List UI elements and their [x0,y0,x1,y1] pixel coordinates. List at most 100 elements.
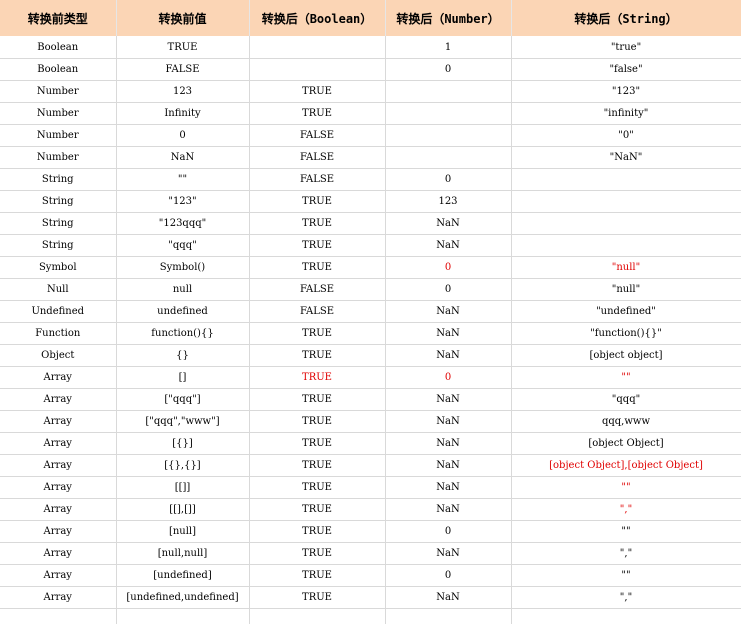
table-body: Boolean TRUE 1 "true" Boolean FALSE 0 "false" Nu… [0,36,741,624]
cell-type: Function [0,322,117,345]
table-row: Boolean TRUE 1 "true" [0,36,741,59]
cell-boolean: TRUE [249,366,386,389]
cell-boolean: TRUE [249,498,386,521]
cell-boolean: TRUE [249,80,386,103]
cell-number [385,80,512,103]
cell-type: Number [0,124,117,147]
empty-cell [116,608,250,624]
cell-number: NaN [385,542,512,565]
table-row: String "123qqq" TRUE NaN [0,212,741,235]
cell-string: qqq,www [511,410,741,433]
cell-boolean: TRUE [249,102,386,125]
cell-boolean: TRUE [249,344,386,367]
cell-string: "function(){}" [511,322,741,345]
cell-string: "null" [511,256,741,279]
cell-number: NaN [385,454,512,477]
header-to-string: 转换后（String） [511,0,741,36]
table-row: Number 0 FALSE "0" [0,124,741,147]
cell-boolean: TRUE [249,256,386,279]
cell-string: "" [511,476,741,499]
cell-number: NaN [385,344,512,367]
cell-boolean: TRUE [249,454,386,477]
cell-boolean: FALSE [249,278,386,301]
cell-type: Boolean [0,58,117,81]
cell-value: [[]] [116,476,250,499]
cell-string: "true" [511,36,741,59]
table-row: String "123" TRUE 123 [0,190,741,213]
cell-number: NaN [385,586,512,609]
cell-type: Number [0,146,117,169]
table-row: Boolean FALSE 0 "false" [0,58,741,81]
cell-type: Array [0,476,117,499]
cell-number: NaN [385,388,512,411]
cell-string: "0" [511,124,741,147]
cell-boolean: TRUE [249,234,386,257]
cell-number: NaN [385,476,512,499]
cell-string: [object Object],[object Object] [511,454,741,477]
cell-boolean: TRUE [249,520,386,543]
cell-value: TRUE [116,36,250,59]
cell-type: String [0,168,117,191]
cell-value: [[],[]] [116,498,250,521]
cell-string [511,212,741,235]
cell-type: Symbol [0,256,117,279]
cell-boolean: TRUE [249,564,386,587]
table-row: String "" FALSE 0 [0,168,741,191]
cell-type: String [0,212,117,235]
cell-string: "infinity" [511,102,741,125]
table-row: Symbol Symbol() TRUE 0 "null" [0,256,741,279]
table-row: Undefined undefined FALSE NaN "undefined" [0,300,741,323]
cell-string: [object object] [511,344,741,367]
header-original-type: 转换前类型 [0,0,117,36]
table-row: Number NaN FALSE "NaN" [0,146,741,169]
table-row: String "qqq" TRUE NaN [0,234,741,257]
cell-value: "" [116,168,250,191]
cell-string [511,190,741,213]
cell-type: Array [0,520,117,543]
cell-boolean: TRUE [249,432,386,455]
cell-string [511,234,741,257]
cell-boolean: TRUE [249,476,386,499]
empty-row [0,608,741,624]
cell-type: Boolean [0,36,117,59]
cell-boolean: TRUE [249,542,386,565]
table-row: Array [null] TRUE 0 "" [0,520,741,543]
cell-boolean: TRUE [249,388,386,411]
empty-cell [511,608,741,624]
cell-string: "false" [511,58,741,81]
cell-string: [object Object] [511,432,741,455]
cell-string: "," [511,586,741,609]
cell-number: 0 [385,168,512,191]
cell-number: 0 [385,564,512,587]
cell-value: function(){} [116,322,250,345]
cell-string: "undefined" [511,300,741,323]
cell-boolean: TRUE [249,322,386,345]
cell-number: NaN [385,212,512,235]
cell-boolean [249,58,386,81]
cell-number: NaN [385,234,512,257]
cell-number [385,102,512,125]
cell-value: [] [116,366,250,389]
table-row: Array[[]] TRUE NaN "" [0,476,741,499]
cell-type: Undefined [0,300,117,323]
table-row: Array[{}] TRUE NaN [object Object] [0,432,741,455]
table-row: Object{} TRUE NaN [object object] [0,344,741,367]
cell-number: 1 [385,36,512,59]
table-row: Array [null,null] TRUE NaN "," [0,542,741,565]
cell-value: "123qqq" [116,212,250,235]
cell-type: Null [0,278,117,301]
cell-value: [undefined] [116,564,250,587]
table-row: Array [undefined,undefined] TRUE NaN "," [0,586,741,609]
cell-value: [{},{}] [116,454,250,477]
cell-string: "NaN" [511,146,741,169]
table-row: Array [[],[]] TRUE NaN "," [0,498,741,521]
cell-number: NaN [385,322,512,345]
table-row: Null null FALSE 0 "null" [0,278,741,301]
cell-string: "" [511,366,741,389]
cell-value: 0 [116,124,250,147]
cell-type: Number [0,80,117,103]
table-row: Array ["qqq"] TRUE NaN "qqq" [0,388,741,411]
cell-boolean: TRUE [249,586,386,609]
cell-type: Number [0,102,117,125]
cell-number [385,146,512,169]
